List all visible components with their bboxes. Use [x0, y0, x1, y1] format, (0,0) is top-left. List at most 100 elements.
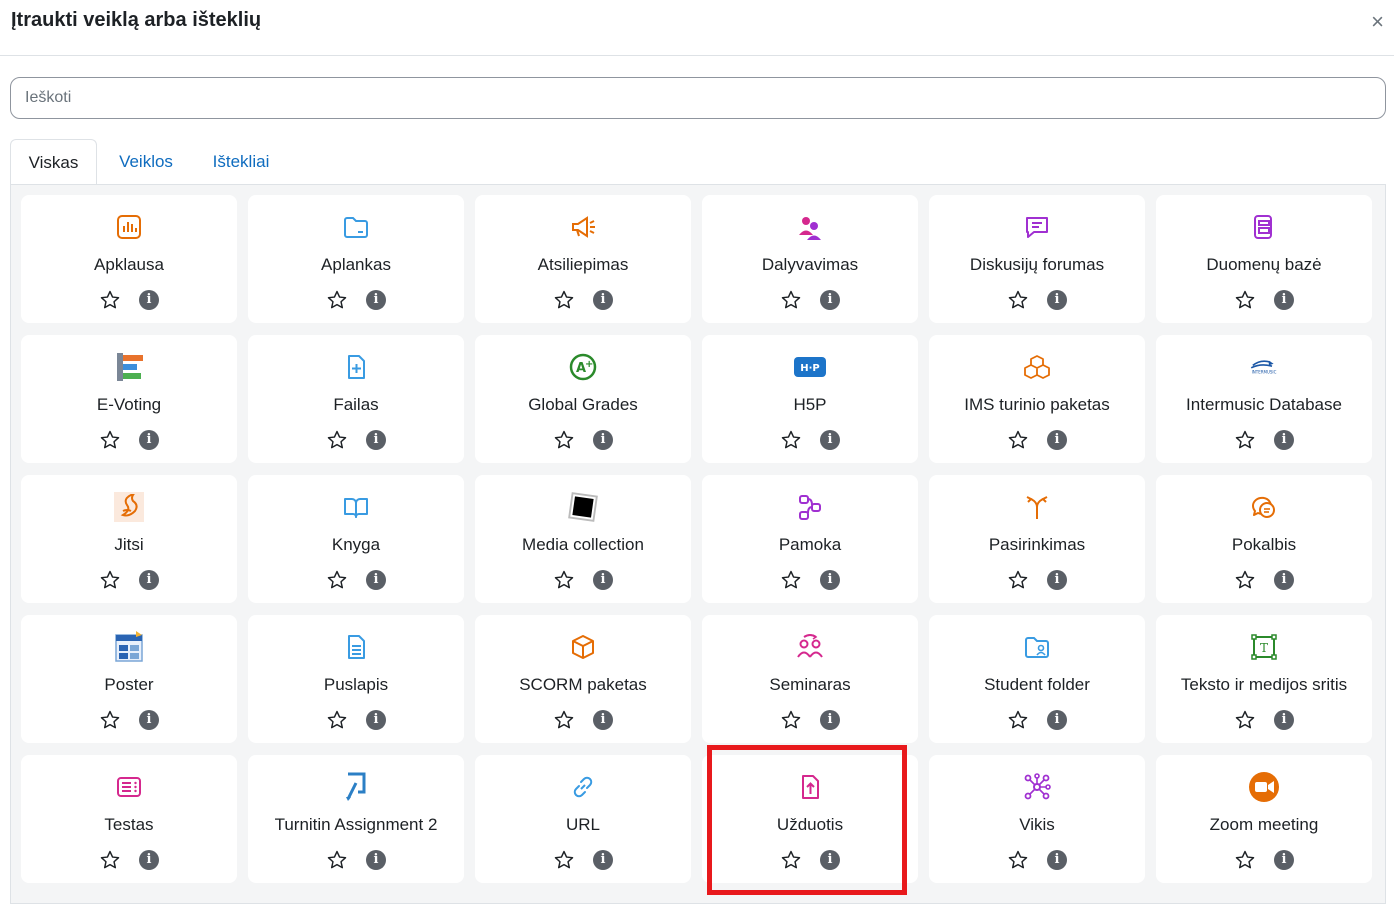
module-card[interactable]: E-Voting i [21, 335, 237, 463]
star-icon[interactable] [99, 289, 121, 311]
module-card[interactable]: Media collection i [475, 475, 691, 603]
star-icon[interactable] [780, 709, 802, 731]
module-card[interactable]: Puslapis i [248, 615, 464, 743]
lesson-icon [794, 491, 826, 523]
info-icon[interactable]: i [139, 850, 159, 870]
info-icon[interactable]: i [1274, 290, 1294, 310]
module-card[interactable]: Pamoka i [702, 475, 918, 603]
module-card[interactable]: Zoom meeting i [1156, 755, 1372, 883]
star-icon[interactable] [780, 289, 802, 311]
star-icon[interactable] [326, 709, 348, 731]
tab-activities[interactable]: Veiklos [106, 139, 186, 185]
module-card[interactable]: Pokalbis i [1156, 475, 1372, 603]
h5p-icon: H·P [794, 351, 826, 383]
star-icon[interactable] [99, 429, 121, 451]
module-card[interactable]: Poster i [21, 615, 237, 743]
module-card[interactable]: Seminaras i [702, 615, 918, 743]
star-icon[interactable] [780, 569, 802, 591]
module-card[interactable]: URL i [475, 755, 691, 883]
info-icon[interactable]: i [1274, 850, 1294, 870]
module-card[interactable]: Duomenų bazė i [1156, 195, 1372, 323]
info-icon[interactable]: i [1047, 430, 1067, 450]
star-icon[interactable] [1007, 289, 1029, 311]
module-card[interactable]: Testas i [21, 755, 237, 883]
info-icon[interactable]: i [139, 710, 159, 730]
module-card[interactable]: Student folder i [929, 615, 1145, 743]
info-icon[interactable]: i [1274, 710, 1294, 730]
star-icon[interactable] [1234, 429, 1256, 451]
info-icon[interactable]: i [820, 850, 840, 870]
star-icon[interactable] [553, 429, 575, 451]
info-icon[interactable]: i [593, 290, 613, 310]
info-icon[interactable]: i [1274, 430, 1294, 450]
star-icon[interactable] [553, 849, 575, 871]
module-card[interactable]: IMS turinio paketas i [929, 335, 1145, 463]
module-card[interactable]: Jitsi i [21, 475, 237, 603]
star-icon[interactable] [1007, 849, 1029, 871]
global-grades-icon: A + [567, 351, 599, 383]
info-icon[interactable]: i [1047, 710, 1067, 730]
star-icon[interactable] [326, 569, 348, 591]
star-icon[interactable] [780, 429, 802, 451]
info-icon[interactable]: i [1047, 850, 1067, 870]
star-icon[interactable] [326, 429, 348, 451]
module-card[interactable]: INTERMUSIC Intermusic Database i [1156, 335, 1372, 463]
module-card[interactable]: SCORM paketas i [475, 615, 691, 743]
module-card[interactable]: Turnitin Assignment 2 i [248, 755, 464, 883]
star-icon[interactable] [326, 849, 348, 871]
info-icon[interactable]: i [366, 850, 386, 870]
module-card[interactable]: Dalyvavimas i [702, 195, 918, 323]
star-icon[interactable] [780, 849, 802, 871]
star-icon[interactable] [99, 709, 121, 731]
module-card[interactable]: Vikis i [929, 755, 1145, 883]
info-icon[interactable]: i [593, 570, 613, 590]
module-card[interactable]: Apklausa i [21, 195, 237, 323]
module-card[interactable]: Knyga i [248, 475, 464, 603]
star-icon[interactable] [1007, 569, 1029, 591]
module-card[interactable]: Pasirinkimas i [929, 475, 1145, 603]
module-card[interactable]: A + Global Grades i [475, 335, 691, 463]
star-icon[interactable] [1234, 849, 1256, 871]
info-icon[interactable]: i [820, 290, 840, 310]
info-icon[interactable]: i [820, 570, 840, 590]
info-icon[interactable]: i [820, 430, 840, 450]
star-icon[interactable] [1007, 429, 1029, 451]
module-label: Puslapis [323, 675, 389, 694]
star-icon[interactable] [326, 289, 348, 311]
star-icon[interactable] [553, 289, 575, 311]
module-card[interactable]: Aplankas i [248, 195, 464, 323]
star-icon[interactable] [553, 709, 575, 731]
tab-resources[interactable]: Ištekliai [203, 139, 279, 185]
tab-all[interactable]: Viskas [10, 139, 97, 185]
info-icon[interactable]: i [593, 430, 613, 450]
module-card[interactable]: Failas i [248, 335, 464, 463]
info-icon[interactable]: i [366, 430, 386, 450]
search-input[interactable] [10, 77, 1386, 119]
info-icon[interactable]: i [139, 430, 159, 450]
info-icon[interactable]: i [1047, 570, 1067, 590]
module-card[interactable]: Užduotis i [702, 755, 918, 883]
info-icon[interactable]: i [139, 290, 159, 310]
info-icon[interactable]: i [366, 290, 386, 310]
module-card[interactable]: Diskusijų forumas i [929, 195, 1145, 323]
info-icon[interactable]: i [366, 710, 386, 730]
wiki-icon [1021, 771, 1053, 803]
info-icon[interactable]: i [139, 570, 159, 590]
star-icon[interactable] [1234, 709, 1256, 731]
module-card[interactable]: H·P H5P i [702, 335, 918, 463]
info-icon[interactable]: i [593, 850, 613, 870]
module-card[interactable]: T Teksto ir medijos sritis i [1156, 615, 1372, 743]
star-icon[interactable] [1234, 289, 1256, 311]
star-icon[interactable] [553, 569, 575, 591]
star-icon[interactable] [1007, 709, 1029, 731]
module-card[interactable]: Atsiliepimas i [475, 195, 691, 323]
info-icon[interactable]: i [593, 710, 613, 730]
info-icon[interactable]: i [1047, 290, 1067, 310]
star-icon[interactable] [99, 569, 121, 591]
info-icon[interactable]: i [366, 570, 386, 590]
star-icon[interactable] [99, 849, 121, 871]
close-icon[interactable]: × [1371, 10, 1384, 34]
info-icon[interactable]: i [820, 710, 840, 730]
info-icon[interactable]: i [1274, 570, 1294, 590]
star-icon[interactable] [1234, 569, 1256, 591]
